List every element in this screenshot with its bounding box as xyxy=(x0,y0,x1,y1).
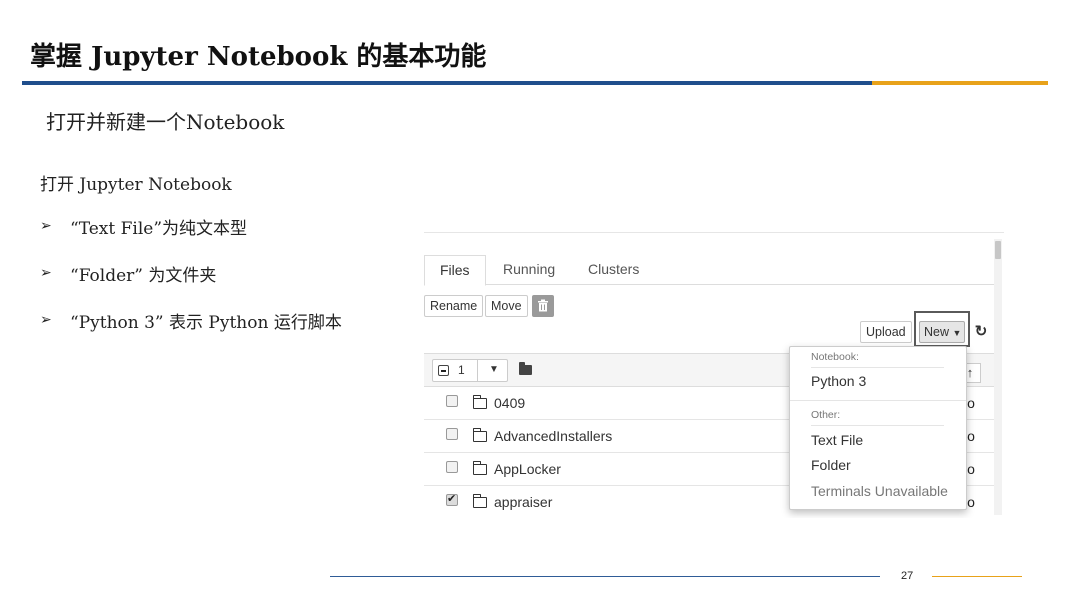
tab-running[interactable]: Running xyxy=(488,255,570,286)
folder-outline-icon xyxy=(473,461,487,475)
caret-down-icon: ▼ xyxy=(952,328,962,338)
menu-header-notebook: Notebook: xyxy=(811,351,859,363)
slide-title: 掌握 Jupyter Notebook 的基本功能 xyxy=(30,42,487,72)
select-all-dropdown[interactable]: 1 ▼ xyxy=(432,359,508,382)
upload-button[interactable]: Upload xyxy=(860,321,912,343)
section-subtitle: 打开并新建一个Notebook xyxy=(46,110,285,134)
trash-icon xyxy=(538,299,548,312)
move-button[interactable]: Move xyxy=(485,295,528,317)
bullet-list: ➢ “Text File”为纯文本型 ➢ “Folder” 为文件夹 ➢ “Pytho… xyxy=(40,214,342,355)
scrollbar-thumb[interactable] xyxy=(995,241,1001,259)
tab-files[interactable]: Files xyxy=(424,255,486,286)
file-name[interactable]: appraiser xyxy=(494,494,552,510)
delete-button[interactable] xyxy=(532,295,554,317)
new-button-label: New xyxy=(924,325,950,339)
bullet-text: “Folder” 为文件夹 xyxy=(70,266,217,286)
footer-line-orange xyxy=(932,576,1022,577)
footer-line-blue xyxy=(330,576,880,577)
row-checkbox-checked[interactable]: ✔ xyxy=(446,493,458,506)
title-rule-orange xyxy=(872,81,1048,85)
file-name[interactable]: AdvancedInstallers xyxy=(494,428,612,444)
menu-item-terminals-unavailable: Terminals Unavailable xyxy=(811,483,948,499)
folder-outline-icon xyxy=(473,428,487,442)
bullet-text: “Text File”为纯文本型 xyxy=(70,219,248,239)
file-name[interactable]: AppLocker xyxy=(494,461,561,477)
new-button[interactable]: New ▼ xyxy=(919,321,965,343)
tab-clusters[interactable]: Clusters xyxy=(573,255,654,286)
menu-divider xyxy=(790,400,966,401)
divider xyxy=(477,360,478,381)
menu-item-text-file[interactable]: Text File xyxy=(811,432,863,448)
vertical-scrollbar[interactable] xyxy=(994,239,1002,515)
selected-count: 1 xyxy=(458,363,465,377)
arrowhead-bullet-icon: ➢ xyxy=(40,218,52,234)
check-icon: ✔ xyxy=(447,493,457,505)
row-checkbox[interactable] xyxy=(446,461,458,473)
folder-icon[interactable] xyxy=(519,362,532,375)
partial-select-checkbox[interactable] xyxy=(438,365,449,376)
intro-text: 打开 Jupyter Notebook xyxy=(40,175,232,195)
refresh-icon: ↻ xyxy=(974,323,988,340)
bullet-text: “Python 3” 表示 Python 运行脚本 xyxy=(70,313,342,333)
tab-bar: Files Running Clusters xyxy=(424,255,994,286)
arrowhead-bullet-icon: ➢ xyxy=(40,312,52,328)
menu-separator xyxy=(811,367,944,368)
menu-separator xyxy=(811,425,944,426)
menu-item-python3[interactable]: Python 3 xyxy=(811,373,866,389)
page-number: 27 xyxy=(901,570,914,582)
jupyter-screenshot: Files Running Clusters Rename Move Uploa… xyxy=(424,232,1004,518)
folder-outline-icon xyxy=(473,494,487,508)
new-dropdown-menu: Notebook: Python 3 Other: Text File Fold… xyxy=(789,346,967,510)
arrow-up-icon: ↑ xyxy=(966,365,974,380)
row-checkbox[interactable] xyxy=(446,428,458,440)
file-name[interactable]: 0409 xyxy=(494,395,525,411)
arrowhead-bullet-icon: ➢ xyxy=(40,265,52,281)
bullet-item: ➢ “Text File”为纯文本型 xyxy=(40,214,342,261)
bullet-item: ➢ “Folder” 为文件夹 xyxy=(40,261,342,308)
bullet-item: ➢ “Python 3” 表示 Python 运行脚本 xyxy=(40,308,342,355)
folder-outline-icon xyxy=(473,395,487,409)
caret-down-icon[interactable]: ▼ xyxy=(489,364,499,375)
rename-button[interactable]: Rename xyxy=(424,295,484,317)
title-rule-blue xyxy=(22,81,872,85)
menu-item-folder[interactable]: Folder xyxy=(811,457,851,473)
refresh-button[interactable]: ↻ xyxy=(970,321,992,343)
menu-header-other: Other: xyxy=(811,409,841,421)
row-checkbox[interactable] xyxy=(446,395,458,407)
